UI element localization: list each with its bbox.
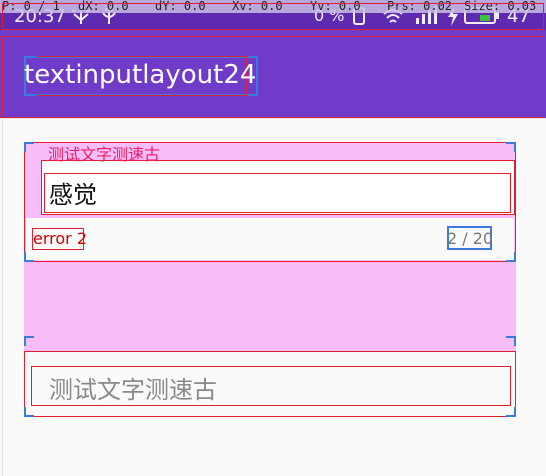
app-bar-title: textinputlayout24 xyxy=(24,60,257,90)
bounds-corner xyxy=(506,407,516,417)
bounds-corner xyxy=(506,336,516,346)
bounds-corner xyxy=(24,142,34,152)
edit-text-1-value[interactable]: 感觉 xyxy=(49,175,97,210)
edit-text-2-hint[interactable]: 测试文字测速古 xyxy=(49,370,217,405)
bounds-corner xyxy=(24,407,34,417)
bounds-corner xyxy=(506,142,516,152)
bounds-corner xyxy=(24,336,34,346)
bounds-corner xyxy=(506,252,516,262)
counter-text-1: 2 / 20 xyxy=(447,229,494,248)
appbar-divider xyxy=(0,118,546,119)
error-text-1: error 2 xyxy=(33,229,87,248)
edit-text-1[interactable] xyxy=(44,173,511,213)
floating-label-1: 测试文字测速古 xyxy=(48,145,161,164)
content-left-edge xyxy=(2,119,3,476)
statusbar-bounds xyxy=(2,3,544,30)
helper-row-1 xyxy=(26,218,514,260)
bounds-corner xyxy=(24,252,34,262)
